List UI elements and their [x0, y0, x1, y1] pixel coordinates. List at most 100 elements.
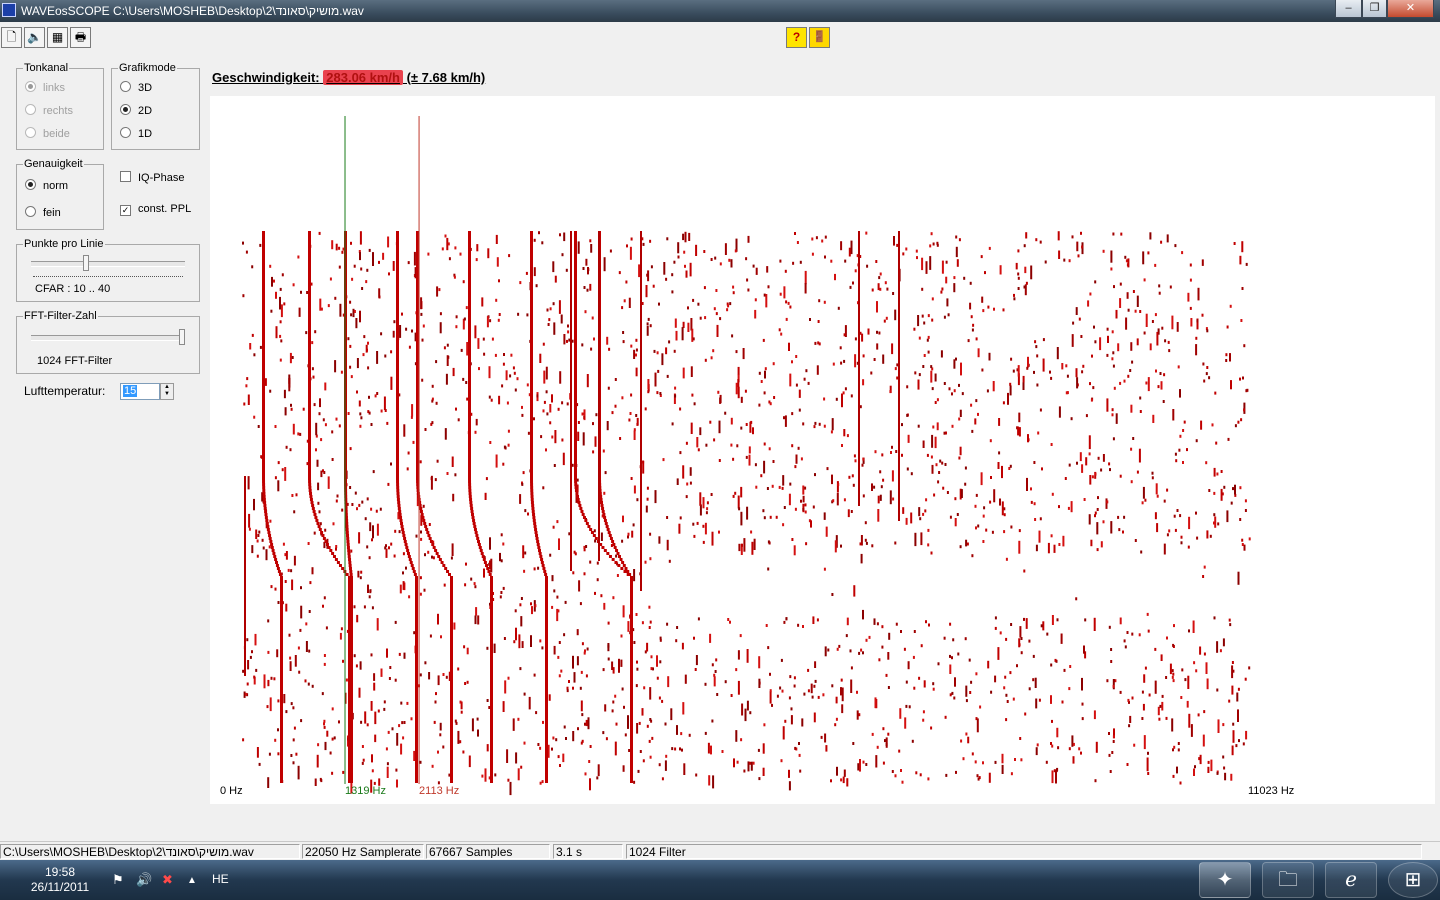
- grafikmode-legend: Grafikmode: [118, 62, 177, 74]
- tonkanal-links-radio[interactable]: links: [25, 81, 65, 95]
- taskbar: 19:58 26/11/2011 ⚑ 🔊 ✖ ▲ HE ✦ 🗀 ℯ ⊞: [0, 860, 1440, 900]
- punkte-group: Punkte pro Linie CFAR : 10 .. 40: [16, 238, 200, 302]
- status-filter: 1024 Filter: [626, 844, 1422, 859]
- open-file-button[interactable]: 🗋: [1, 27, 22, 48]
- status-duration: 3.1 s: [553, 844, 623, 859]
- status-bar: C:\Users\MOSHEB\Desktop\2\מושיק\סאונד.wa…: [0, 841, 1440, 861]
- toolbar: 🗋 🔈 ▦ 🖶 ? 🚪: [0, 22, 1440, 50]
- radio-indicator: [120, 104, 131, 115]
- radio-indicator: [25, 81, 36, 92]
- speed-value: 283.06 km/h: [323, 70, 403, 85]
- language-indicator[interactable]: HE: [212, 872, 229, 886]
- radio-indicator: [25, 127, 36, 138]
- lufttemperatur-label: Lufttemperatur:: [24, 384, 106, 398]
- status-path: C:\Users\MOSHEB\Desktop\2\מושיק\סאונד.wa…: [0, 844, 300, 859]
- network-error-icon[interactable]: ✖: [162, 872, 173, 888]
- exit-button[interactable]: 🚪: [809, 27, 830, 48]
- taskbar-waveoscope[interactable]: ✦: [1199, 862, 1251, 898]
- help-button[interactable]: ?: [786, 27, 807, 48]
- volume-icon[interactable]: 🔊: [136, 872, 152, 888]
- lufttemperatur-input[interactable]: 15: [120, 383, 160, 400]
- genauigkeit-fein-radio[interactable]: fein: [25, 206, 61, 220]
- genauigkeit-norm-radio[interactable]: norm: [25, 179, 68, 193]
- speed-label: Geschwindigkeit:: [212, 70, 320, 85]
- checkbox-box: [120, 171, 131, 182]
- show-hidden-icons-icon[interactable]: ▲: [187, 875, 197, 886]
- speaker-icon: 🔈: [27, 30, 42, 44]
- genauigkeit-group: Genauigkeit norm fein: [16, 158, 104, 230]
- graph-icon: ▦: [51, 30, 64, 44]
- punkte-caption: CFAR : 10 .. 40: [35, 283, 111, 295]
- radio-label: fein: [43, 207, 61, 219]
- radio-label: 2D: [138, 105, 153, 117]
- punkte-slider-thumb[interactable]: [83, 255, 89, 271]
- grafikmode-3d-radio[interactable]: 3D: [120, 81, 152, 95]
- grafikmode-1d-radio[interactable]: 1D: [120, 127, 152, 141]
- spectrogram-traces: [242, 231, 1251, 796]
- fft-slider-thumb[interactable]: [179, 329, 185, 345]
- radio-label: 1D: [138, 128, 153, 140]
- tonkanal-group: Tonkanal links rechts beide: [16, 62, 104, 150]
- title-bar: WAVEosSCOPE C:\Users\MOSHEB\Desktop\2\מו…: [0, 0, 1440, 22]
- taskbar-ie[interactable]: ℯ: [1325, 862, 1377, 898]
- grafikmode-group: Grafikmode 3D 2D 1D: [111, 62, 200, 150]
- tonkanal-legend: Tonkanal: [23, 62, 70, 74]
- x-max-label: 11023 Hz: [1248, 785, 1295, 797]
- radio-label: rechts: [43, 105, 73, 117]
- radio-indicator: [120, 81, 131, 92]
- clock-date: 26/11/2011: [30, 880, 90, 894]
- checkbox-label: IQ-Phase: [138, 172, 185, 184]
- status-samples: 67667 Samples: [426, 844, 550, 859]
- action-center-icon[interactable]: ⚑: [112, 872, 124, 888]
- taskbar-clock[interactable]: 19:58 26/11/2011: [18, 865, 102, 895]
- fft-legend: FFT-Filter-Zahl: [23, 310, 98, 322]
- taskbar-explorer[interactable]: 🗀: [1262, 862, 1314, 898]
- radio-label: links: [43, 82, 66, 94]
- tonkanal-rechts-radio[interactable]: rechts: [25, 104, 73, 118]
- close-button[interactable]: ✕: [1387, 0, 1434, 18]
- windows-logo-icon: ⊞: [1404, 869, 1422, 891]
- punkte-slider-ticks: [33, 273, 183, 277]
- help-icon: ?: [792, 30, 801, 44]
- print-button[interactable]: 🖶: [70, 27, 91, 48]
- status-samplerate: 22050 Hz Samplerate: [302, 844, 424, 859]
- iq-phase-checkbox[interactable]: IQ-Phase: [120, 171, 184, 185]
- checkbox-label: const. PPL: [138, 203, 192, 215]
- radio-label: beide: [43, 128, 70, 140]
- exit-door-icon: 🚪: [812, 31, 827, 43]
- grafikmode-2d-radio[interactable]: 2D: [120, 104, 152, 118]
- radio-label: 3D: [138, 82, 153, 94]
- lufttemperatur-spinner[interactable]: ▲ ▼: [160, 383, 174, 400]
- tonkanal-beide-radio[interactable]: beide: [25, 127, 70, 141]
- const-ppl-checkbox[interactable]: ✓ const. PPL: [120, 203, 191, 217]
- start-button[interactable]: ⊞: [1388, 862, 1438, 898]
- window-title: WAVEosSCOPE C:\Users\MOSHEB\Desktop\2\מו…: [21, 4, 364, 18]
- lufttemperatur-value: 15: [123, 385, 138, 397]
- clock-time: 19:58: [44, 865, 76, 879]
- folder-icon: 🗀: [1278, 869, 1298, 891]
- radio-label: norm: [43, 180, 69, 192]
- app-icon: [2, 3, 16, 17]
- genauigkeit-legend: Genauigkeit: [23, 158, 84, 170]
- green-marker-label: 1319 Hz: [345, 785, 386, 797]
- audio-button[interactable]: 🔈: [24, 27, 45, 48]
- graph-button[interactable]: ▦: [47, 27, 68, 48]
- speed-tolerance: (± 7.68 km/h): [402, 70, 486, 85]
- radio-indicator: [120, 127, 131, 138]
- punkte-slider-track[interactable]: [31, 261, 185, 267]
- radio-indicator: [25, 104, 36, 115]
- spectrogram-svg: [242, 116, 1251, 796]
- minimize-button[interactable]: ‒: [1335, 0, 1362, 18]
- red-marker-label: 2113 Hz: [419, 785, 460, 797]
- fft-caption: 1024 FFT-Filter: [37, 355, 113, 367]
- waveoscope-app-icon: ✦: [1216, 869, 1234, 891]
- spectrogram-plot[interactable]: 0 Hz 1319 Hz 2113 Hz 11023 Hz: [210, 96, 1435, 804]
- radio-indicator: [25, 206, 36, 217]
- punkte-legend: Punkte pro Linie: [23, 238, 105, 250]
- x-min-label: 0 Hz: [220, 785, 243, 797]
- internet-explorer-icon: ℯ: [1345, 869, 1357, 891]
- fft-group: FFT-Filter-Zahl 1024 FFT-Filter: [16, 310, 200, 374]
- radio-indicator: [25, 179, 36, 190]
- fft-slider-track[interactable]: [31, 335, 181, 341]
- maximize-button[interactable]: ❐: [1362, 0, 1387, 18]
